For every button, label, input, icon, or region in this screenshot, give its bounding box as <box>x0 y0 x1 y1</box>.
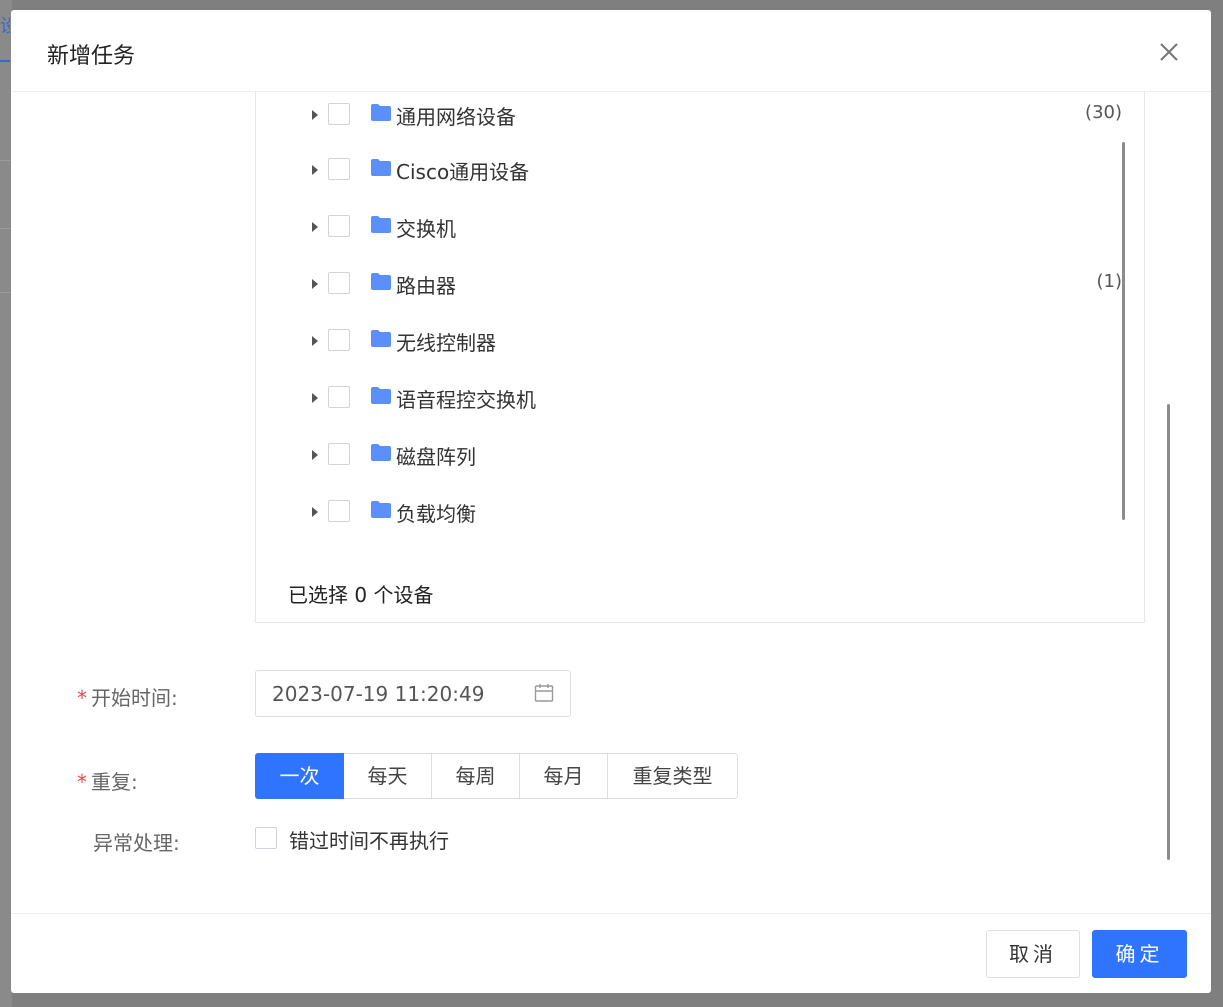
cancel-button[interactable]: 取消 <box>986 930 1080 978</box>
tree-item-label: 路由器 <box>396 274 456 298</box>
selected-device-count: 已选择 0 个设备 <box>288 583 434 607</box>
expand-caret-icon[interactable] <box>312 393 318 403</box>
repeat-option-daily[interactable]: 每天 <box>344 753 432 799</box>
background-tab-fragment: 设 <box>0 16 10 37</box>
dialog-scrollbar[interactable] <box>1167 404 1170 860</box>
tree-item-checkbox[interactable] <box>328 329 350 351</box>
tree-item-checkbox[interactable] <box>328 215 350 237</box>
tree-item-checkbox[interactable] <box>328 103 350 125</box>
device-tree-panel: 通用网络设备 (30) Cisco通用设备 交换机 路由器 (1) 无线控制器 … <box>255 92 1145 623</box>
confirm-button[interactable]: 确定 <box>1092 930 1187 978</box>
folder-icon <box>371 330 391 347</box>
dialog-title: 新增任务 <box>47 44 136 69</box>
dialog-body: 通用网络设备 (30) Cisco通用设备 交换机 路由器 (1) 无线控制器 … <box>11 92 1211 912</box>
background-tab-underline <box>0 60 10 62</box>
folder-icon <box>371 159 391 176</box>
tree-item-label: 通用网络设备 <box>396 105 516 129</box>
add-task-dialog: 新增任务 通用网络设备 (30) Cisco通用设备 交换机 路由器 (1) 无… <box>11 10 1211 993</box>
close-icon <box>1160 43 1178 61</box>
tree-item[interactable]: 无线控制器 <box>256 324 1144 358</box>
tree-item[interactable]: Cisco通用设备 <box>256 153 1144 187</box>
dialog-footer: 取消 确定 <box>11 913 1211 993</box>
skip-missed-label[interactable]: 错过时间不再执行 <box>289 825 449 854</box>
tree-item[interactable]: 交换机 <box>256 210 1144 244</box>
close-button[interactable] <box>1157 40 1181 64</box>
tree-item-label: 语音程控交换机 <box>396 388 536 412</box>
folder-icon <box>371 387 391 404</box>
repeat-option-type[interactable]: 重复类型 <box>608 753 738 799</box>
folder-icon <box>371 273 391 290</box>
repeat-option-once[interactable]: 一次 <box>255 753 344 799</box>
folder-icon <box>371 444 391 461</box>
required-mark: * <box>77 686 87 710</box>
tree-item-count: (30) <box>1085 102 1122 123</box>
tree-item-checkbox[interactable] <box>328 158 350 180</box>
tree-item-count: (1) <box>1096 271 1123 292</box>
skip-missed-checkbox[interactable] <box>255 827 277 849</box>
tree-item-label: 无线控制器 <box>396 331 496 355</box>
tree-item-checkbox[interactable] <box>328 443 350 465</box>
tree-item[interactable]: 路由器 (1) <box>256 267 1144 301</box>
tree-scrollbar[interactable] <box>1122 142 1125 520</box>
tree-item-label: Cisco通用设备 <box>396 160 530 184</box>
expand-caret-icon[interactable] <box>312 450 318 460</box>
start-time-picker[interactable]: 2023-07-19 11:20:49 <box>255 670 571 717</box>
repeat-option-weekly[interactable]: 每周 <box>432 753 520 799</box>
folder-icon <box>371 216 391 233</box>
expand-caret-icon[interactable] <box>312 507 318 517</box>
tree-item-checkbox[interactable] <box>328 272 350 294</box>
dialog-header: 新增任务 <box>11 10 1211 92</box>
repeat-option-monthly[interactable]: 每月 <box>520 753 608 799</box>
tree-item[interactable]: 通用网络设备 (30) <box>256 98 1144 132</box>
expand-caret-icon[interactable] <box>312 165 318 175</box>
expand-caret-icon[interactable] <box>312 336 318 346</box>
required-mark: * <box>77 770 87 794</box>
tree-item[interactable]: 语音程控交换机 <box>256 381 1144 415</box>
tree-item-label: 负载均衡 <box>396 502 476 526</box>
tree-item[interactable]: 磁盘阵列 <box>256 438 1144 472</box>
folder-icon <box>371 501 391 518</box>
calendar-icon[interactable] <box>534 683 554 703</box>
tree-item[interactable]: 负载均衡 <box>256 495 1144 529</box>
tree-item-label: 磁盘阵列 <box>396 445 476 469</box>
expand-caret-icon[interactable] <box>312 110 318 120</box>
repeat-label: * 重复: <box>77 770 138 794</box>
folder-icon <box>371 104 391 121</box>
start-time-value: 2023-07-19 11:20:49 <box>272 682 485 706</box>
tree-item-checkbox[interactable] <box>328 500 350 522</box>
tree-item-label: 交换机 <box>396 217 456 241</box>
start-time-label: * 开始时间: <box>77 686 178 710</box>
expand-caret-icon[interactable] <box>312 279 318 289</box>
device-tree[interactable]: 通用网络设备 (30) Cisco通用设备 交换机 路由器 (1) 无线控制器 … <box>256 92 1144 552</box>
exception-handling-label: 异常处理: <box>93 831 180 855</box>
expand-caret-icon[interactable] <box>312 222 318 232</box>
tree-item-checkbox[interactable] <box>328 386 350 408</box>
